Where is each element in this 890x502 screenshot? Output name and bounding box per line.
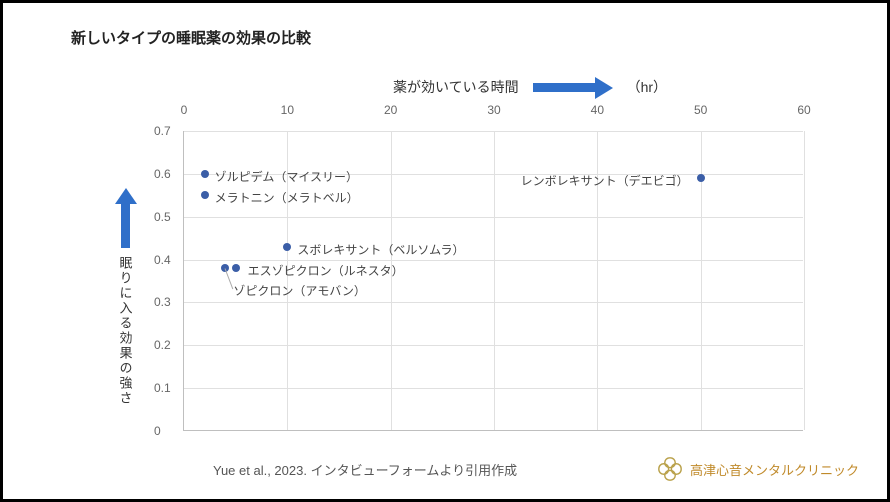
data-point-label: メラトニン（メラトベル）: [215, 189, 359, 206]
citation-text: Yue et al., 2023. インタビューフォームより引用作成: [213, 460, 517, 479]
data-point-label: スボレキサント（ベルソムラ）: [297, 241, 464, 258]
data-point: [283, 243, 291, 251]
clinic-name: 高津心音メンタルクリニック: [690, 460, 859, 479]
gridline-v: [494, 131, 495, 430]
data-point: [201, 191, 209, 199]
y-tick-label: 0.4: [154, 253, 171, 267]
data-point-label: レンボレキサント（デエビゴ）: [521, 172, 689, 189]
x-tick-label: 40: [591, 103, 604, 117]
data-point-label: ゾピクロン（アモバン）: [233, 282, 366, 299]
gridline-h: [184, 260, 803, 261]
scatter-plot: 010203040506000.10.20.30.40.50.60.7ゾルピデム…: [183, 131, 803, 431]
chart-title: 新しいタイプの睡眠薬の効果の比較: [71, 27, 311, 48]
x-tick-label: 20: [384, 103, 397, 117]
gridline-v: [804, 131, 805, 430]
arrow-up-icon: [118, 188, 133, 248]
data-point: [697, 174, 705, 182]
y-tick-label: 0.2: [154, 338, 171, 352]
data-point-label: エスゾピクロン（ルネスタ）: [248, 262, 404, 279]
y-tick-label: 0.5: [154, 210, 171, 224]
slide-frame: 新しいタイプの睡眠薬の効果の比較 薬が効いている時間 （hr） 眠りに入る効果の…: [0, 0, 890, 502]
gridline-v: [391, 131, 392, 430]
y-tick-label: 0.6: [154, 167, 171, 181]
x-axis-label-block: 薬が効いている時間 （hr）: [393, 77, 667, 97]
x-tick-label: 50: [694, 103, 707, 117]
y-tick-label: 0.7: [154, 124, 171, 138]
x-tick-label: 60: [797, 103, 810, 117]
arrow-right-icon: [533, 80, 613, 95]
data-point-label: ゾルピデム（マイスリー）: [215, 168, 358, 185]
clinic-attribution: 高津心音メンタルクリニック: [656, 455, 859, 483]
clinic-logo-icon: [656, 455, 684, 483]
x-axis-label: 薬が効いている時間: [393, 77, 519, 97]
y-axis-label-block: 眠りに入る効果の強さ: [113, 188, 137, 406]
data-point: [201, 170, 209, 178]
y-tick-label: 0.3: [154, 295, 171, 309]
gridline-h: [184, 345, 803, 346]
data-point: [232, 264, 240, 272]
gridline-h: [184, 388, 803, 389]
gridline-h: [184, 131, 803, 132]
y-axis-label: 眠りに入る効果の強さ: [116, 256, 135, 406]
y-tick-label: 0: [154, 424, 161, 438]
x-tick-label: 30: [487, 103, 500, 117]
gridline-h: [184, 217, 803, 218]
leader-line: [225, 268, 234, 289]
x-tick-label: 0: [181, 103, 188, 117]
x-axis-unit: （hr）: [627, 77, 667, 97]
y-tick-label: 0.1: [154, 381, 171, 395]
x-tick-label: 10: [281, 103, 294, 117]
gridline-h: [184, 302, 803, 303]
